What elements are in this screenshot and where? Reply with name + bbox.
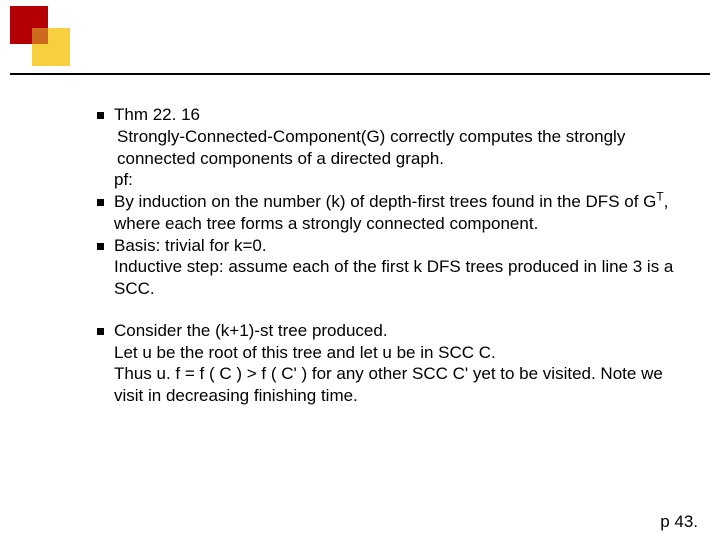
bullet-1: Thm 22. 16 <box>114 104 684 126</box>
paragraph-gap <box>114 300 684 320</box>
bullet-1-text: Thm 22. 16 <box>114 104 200 126</box>
bullet-1-sub1: Strongly-Connected-Component(G) correctl… <box>117 126 684 170</box>
bullet-2-pre: By induction on the number (k) of depth-… <box>114 192 656 211</box>
square-bullet-icon <box>97 328 104 335</box>
bullet-4: Consider the (k+1)-st tree produced. <box>114 320 684 342</box>
square-bullet-icon <box>97 243 104 250</box>
bullet-4-sub2: Thus u. f = f ( C ) > f ( C' ) for any o… <box>114 363 684 407</box>
bullet-3-text: Basis: trivial for k=0. <box>114 235 267 257</box>
bullet-2: By induction on the number (k) of depth-… <box>114 191 684 235</box>
bullet-4-sub1: Let u be the root of this tree and let u… <box>114 342 684 364</box>
bullet-4-text: Consider the (k+1)-st tree produced. <box>114 320 388 342</box>
bullet-2-sup: T <box>656 189 663 203</box>
title-underline <box>10 73 710 75</box>
bullet-1-sub2: pf: <box>114 169 684 191</box>
bullet-2-text: By induction on the number (k) of depth-… <box>114 191 684 235</box>
square-bullet-icon <box>97 199 104 206</box>
bullet-3-sub: Inductive step: assume each of the first… <box>114 256 684 300</box>
corner-logo <box>10 6 88 68</box>
slide-body: Thm 22. 16 Strongly-Connected-Component(… <box>114 104 684 407</box>
bullet-3: Basis: trivial for k=0. <box>114 235 684 257</box>
logo-orange-square <box>32 28 48 44</box>
square-bullet-icon <box>97 112 104 119</box>
page-number: p 43. <box>660 512 698 532</box>
